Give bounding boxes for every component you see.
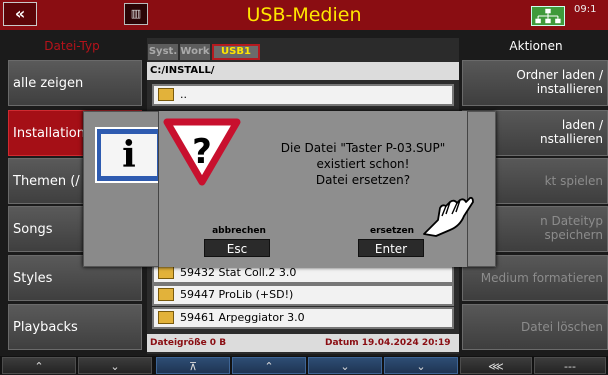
network-tree-icon — [531, 6, 565, 26]
breadcrumb: C:/INSTALL/ — [147, 62, 459, 80]
message-line: existiert schon! — [316, 157, 410, 171]
file-name: .. — [180, 88, 187, 101]
page-title: USB-Medien — [246, 4, 362, 26]
tab-usb1[interactable]: USB1 — [212, 44, 260, 60]
file-name: 59432 Stat Coll.2 3.0 — [180, 266, 297, 279]
action-label: installieren — [536, 82, 603, 96]
info-glyph: i — [101, 134, 157, 176]
delete-file-button[interactable]: Datei löschen — [462, 304, 608, 350]
back-nav-button[interactable]: ⋘ — [460, 357, 532, 374]
file-name: 59447 ProLib (+SD!) — [180, 288, 294, 301]
action-label: Datei löschen — [521, 320, 603, 334]
pointing-hand-icon — [423, 196, 474, 237]
file-size: Dateigröße 0 B — [150, 338, 227, 348]
action-label: Ordner laden / — [516, 68, 603, 82]
scroll-down-button[interactable]: ⌄ — [78, 357, 152, 374]
load-folder-button[interactable]: Ordner laden / installieren — [462, 60, 608, 106]
folder-icon — [158, 265, 174, 279]
empty-button[interactable]: --- — [534, 357, 606, 374]
clock: 09:1 — [574, 4, 597, 15]
go-bottom-button[interactable]: ⌄ — [384, 357, 458, 374]
page-up-button[interactable]: ⌃ — [232, 357, 306, 374]
message-line: Datei ersetzen? — [315, 173, 411, 187]
message-line: Die Datei "Taster P-03.SUP" — [280, 141, 446, 155]
folder-icon — [158, 310, 174, 324]
cancel-caption: abbrechen — [212, 226, 266, 236]
file-date: Datum 19.04.2024 20:19 — [325, 338, 451, 348]
list-item[interactable]: .. — [152, 84, 454, 106]
trash-icon[interactable]: ▥ — [124, 3, 148, 25]
folder-icon — [158, 287, 174, 301]
status-bar: Dateigröße 0 B Datum 19.04.2024 20:19 — [147, 334, 459, 352]
list-item[interactable]: 59447 ProLib (+SD!) — [152, 284, 454, 306]
scroll-up-button[interactable]: ⌃ — [2, 357, 76, 374]
dialog-message: Die Datei "Taster P-03.SUP" existiert sc… — [248, 140, 478, 200]
filter-all[interactable]: alle zeigen — [8, 60, 142, 106]
folder-up-icon — [158, 87, 174, 101]
actions-header: Aktionen — [509, 39, 563, 53]
tab-syst[interactable]: Syst. — [148, 44, 178, 60]
cancel-button[interactable]: Esc — [204, 239, 270, 257]
warning-glyph: ? — [192, 132, 212, 172]
page-down-button[interactable]: ⌄ — [308, 357, 382, 374]
back-button[interactable]: « — [3, 2, 37, 26]
go-top-button[interactable]: ⊼ — [156, 357, 230, 374]
warning-icon: ? — [163, 118, 241, 186]
file-type-header: Datei-Typ — [44, 39, 100, 53]
filter-playbacks[interactable]: Playbacks — [8, 304, 142, 350]
tab-work[interactable]: Work — [180, 44, 210, 60]
confirm-button[interactable]: Enter — [358, 239, 424, 257]
file-name: 59461 Arpeggiator 3.0 — [180, 311, 305, 324]
list-item[interactable]: 59461 Arpeggiator 3.0 — [152, 307, 454, 329]
